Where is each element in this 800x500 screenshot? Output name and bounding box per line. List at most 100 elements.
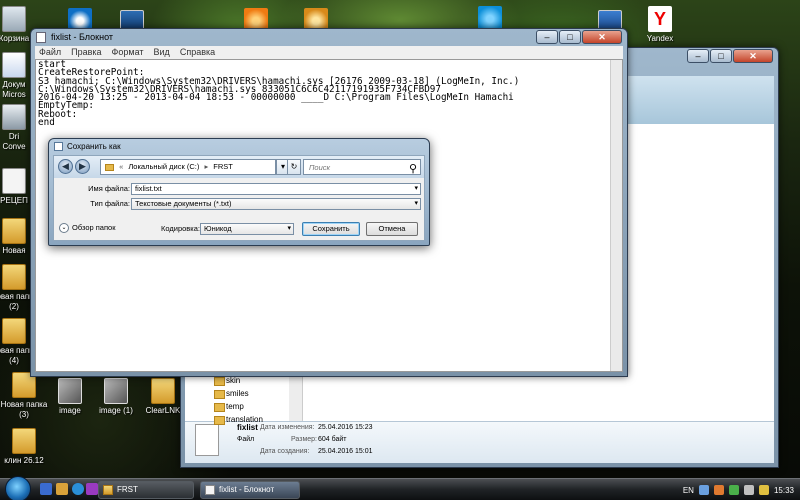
forward-arrow-icon: ▶ <box>79 161 86 171</box>
details-size-label: Размер: <box>291 436 318 443</box>
taskbar-button-frst[interactable]: FRST <box>98 481 194 499</box>
menu-view[interactable]: Вид <box>154 46 170 59</box>
details-created-label: Дата создания: <box>260 448 310 455</box>
converter-icon <box>2 104 26 130</box>
maximize-button[interactable]: □ <box>710 49 732 63</box>
search-box[interactable]: ⚲ <box>303 159 421 175</box>
tray-icon[interactable] <box>713 485 724 495</box>
menu-file[interactable]: Файл <box>39 46 61 59</box>
network-icon[interactable] <box>743 485 754 495</box>
chevron-down-icon: ▾ <box>280 162 285 171</box>
expand-icon: ⌄ <box>59 223 69 233</box>
forward-button[interactable]: ▶ <box>75 159 90 174</box>
details-file-type: Файл <box>237 436 255 443</box>
notepad-titlebar[interactable]: fixlist - Блокнот – □ ✕ <box>31 29 627 46</box>
tray-icon[interactable] <box>698 485 709 495</box>
editor-content[interactable]: start CreateRestorePoint: S3 hamachi; C:… <box>36 60 622 128</box>
folder-icon <box>2 218 26 244</box>
yandex-icon: Y <box>648 6 672 32</box>
browse-folders-toggle[interactable]: ⌄ Обзор папок <box>59 222 116 234</box>
details-created-value: 25.04.2016 15:01 <box>318 448 373 455</box>
save-as-dialog: Сохранить как ◀ ▶ « Локальный диск (C:) … <box>48 138 430 246</box>
quicklaunch-icon[interactable] <box>72 483 84 495</box>
close-button[interactable]: ✕ <box>582 30 622 44</box>
folder-icon <box>103 485 113 495</box>
encoding-select[interactable]: Юникод ▾ <box>200 223 294 235</box>
filetype-value: Текстовые документы (*.txt) <box>135 199 232 208</box>
back-arrow-icon: ◀ <box>62 161 69 171</box>
filetype-select[interactable]: Текстовые документы (*.txt) ▾ <box>131 198 421 210</box>
system-tray: EN 15:33 <box>683 479 800 500</box>
chevron-down-icon: ▾ <box>414 200 418 207</box>
cancel-button[interactable]: Отмена <box>366 222 418 236</box>
quicklaunch-icon[interactable] <box>86 483 98 495</box>
clock[interactable]: 15:33 <box>774 486 794 495</box>
details-size-value: 604 байт <box>318 436 347 443</box>
menu-edit[interactable]: Правка <box>71 46 101 59</box>
chevron-icon: « <box>119 162 124 171</box>
details-modified-value: 25.04.2016 15:23 <box>318 424 373 431</box>
tree-item-smiles[interactable]: smiles <box>214 387 298 400</box>
tree-item-translation[interactable]: translation <box>214 413 298 426</box>
chevron-down-icon: ▾ <box>287 225 291 232</box>
menu-bar: Файл Правка Формат Вид Справка <box>35 46 623 59</box>
filename-label: Имя файла: <box>88 184 130 193</box>
menu-help[interactable]: Справка <box>180 46 215 59</box>
folder-tree: skin smiles temp translation <box>214 374 298 426</box>
dialog-body: ◀ ▶ « Локальный диск (C:) ▸ FRST ▾ ↻ ⚲ И… <box>53 155 425 241</box>
word-document-icon <box>2 52 26 78</box>
recycle-bin-icon <box>2 6 26 32</box>
document-icon <box>2 168 26 194</box>
address-bar[interactable]: « Локальный диск (C:) ▸ FRST <box>100 159 276 175</box>
folder-icon <box>12 428 36 454</box>
minimize-button[interactable]: – <box>687 49 709 63</box>
breadcrumb-folder[interactable]: FRST <box>213 162 233 171</box>
taskbar-label: fixlist - Блокнот <box>219 485 275 494</box>
dialog-icon <box>54 142 63 151</box>
notepad-icon <box>36 32 46 43</box>
folder-icon <box>2 264 26 290</box>
window-controls: – □ ✕ <box>687 49 773 63</box>
tree-item-temp[interactable]: temp <box>214 400 298 413</box>
tray-icon[interactable] <box>728 485 739 495</box>
vertical-scrollbar[interactable] <box>610 60 622 371</box>
image-icon <box>104 378 128 404</box>
maximize-button[interactable]: □ <box>559 30 581 44</box>
taskbar-label: FRST <box>117 485 138 494</box>
file-icon <box>195 424 219 456</box>
browse-folders-label: Обзор папок <box>72 223 116 232</box>
volume-icon[interactable] <box>758 485 769 495</box>
refresh-icon: ↻ <box>290 162 298 171</box>
desktop-icon-yandex[interactable]: Y Yandex <box>632 6 688 44</box>
close-button[interactable]: ✕ <box>733 49 773 63</box>
dialog-title: Сохранить как <box>67 142 121 151</box>
notepad-icon <box>205 485 215 495</box>
back-button[interactable]: ◀ <box>58 159 73 174</box>
quicklaunch-icon[interactable] <box>56 483 68 495</box>
chevron-down-icon: ▾ <box>414 185 418 192</box>
search-input[interactable] <box>304 160 404 174</box>
search-icon: ⚲ <box>408 163 417 175</box>
folder-icon <box>151 378 175 404</box>
minimize-button[interactable]: – <box>536 30 558 44</box>
breadcrumb-drive[interactable]: Локальный диск (C:) <box>128 162 199 171</box>
taskbar: FRST fixlist - Блокнот EN 15:33 <box>0 476 800 500</box>
notepad-title: fixlist - Блокнот <box>51 32 113 42</box>
encoding-value: Юникод <box>204 224 232 233</box>
filename-input[interactable]: fixlist.txt ▾ <box>131 183 421 195</box>
details-pane: fixlist Файл Дата изменения: 25.04.2016 … <box>185 421 774 463</box>
refresh-button[interactable]: ↻ <box>287 159 301 175</box>
folder-icon <box>2 318 26 344</box>
desktop-icon-klin[interactable]: клин 26.12 <box>0 428 52 466</box>
save-button[interactable]: Сохранить <box>302 222 360 236</box>
filetype-label: Тип файла: <box>90 199 130 208</box>
start-button[interactable] <box>5 476 31 500</box>
filename-value: fixlist.txt <box>135 184 162 193</box>
language-indicator[interactable]: EN <box>683 486 694 495</box>
menu-format[interactable]: Формат <box>112 46 144 59</box>
chevron-right-icon: ▸ <box>204 162 209 171</box>
window-controls: – □ ✕ <box>536 30 622 44</box>
taskbar-button-notepad[interactable]: fixlist - Блокнот <box>200 481 300 499</box>
show-desktop-icon[interactable] <box>40 483 52 495</box>
dialog-titlebar[interactable]: Сохранить как <box>49 139 429 155</box>
